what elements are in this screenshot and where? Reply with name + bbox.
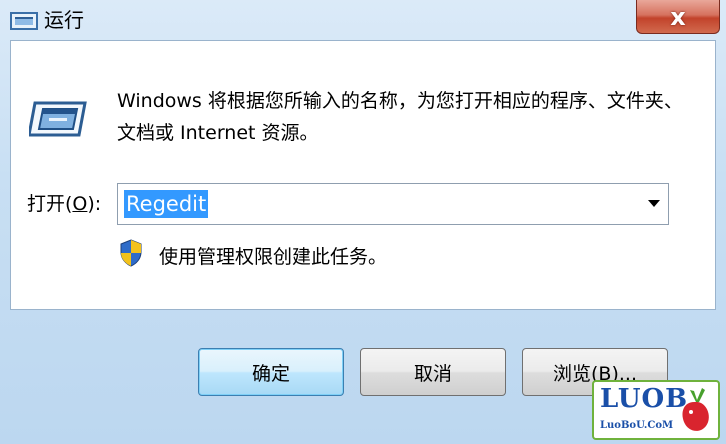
watermark-logo: LUOB (600, 384, 689, 414)
close-button[interactable]: x (636, 0, 720, 34)
open-label-suffix: ): (87, 193, 102, 215)
dialog-content: Windows 将根据您所输入的名称，为您打开相应的程序、文件夹、文档或 Int… (10, 40, 716, 310)
watermark: LUOB LuoBoU.CoM (592, 380, 720, 440)
open-combobox[interactable]: Regedit (117, 183, 669, 225)
close-icon: x (670, 2, 686, 31)
open-label: 打开(O): (27, 189, 101, 219)
open-label-accelerator: O (72, 193, 88, 215)
run-dialog-icon (29, 101, 87, 137)
run-dialog-window: 运行 x Windows 将根据您所输入的名称，为您打开相应的程序、文件夹、文档… (0, 0, 726, 444)
description-text: Windows 将根据您所输入的名称，为您打开相应的程序、文件夹、文档或 Int… (117, 90, 683, 144)
radish-icon (682, 388, 709, 431)
run-app-icon (10, 12, 38, 30)
open-label-prefix: 打开( (27, 193, 73, 215)
admin-note: 使用管理权限创建此任务。 (159, 246, 388, 268)
title-bar[interactable]: 运行 x (0, 0, 726, 40)
window-title: 运行 (44, 8, 84, 32)
uac-shield-icon (120, 239, 142, 267)
cancel-button[interactable]: 取消 (360, 348, 506, 396)
watermark-url: LuoBoU.CoM (600, 420, 674, 431)
open-input[interactable]: Regedit (124, 190, 209, 218)
chevron-down-icon[interactable] (648, 200, 660, 207)
ok-button[interactable]: 确定 (198, 348, 344, 396)
